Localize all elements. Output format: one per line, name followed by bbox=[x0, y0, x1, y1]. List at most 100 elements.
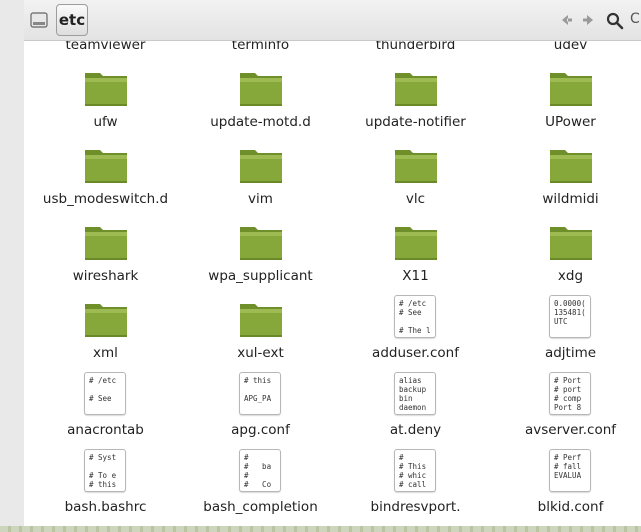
folder-icon bbox=[238, 295, 284, 341]
file-name-label: adjtime bbox=[544, 345, 597, 361]
taskbar-edge bbox=[0, 526, 641, 532]
file-name-label: adduser.conf bbox=[372, 345, 459, 361]
folder-icon bbox=[83, 218, 129, 264]
file-name-label: wireshark bbox=[72, 268, 139, 284]
search-icon[interactable] bbox=[604, 10, 626, 32]
arrow-left-icon[interactable] bbox=[557, 10, 575, 30]
file-preview: # this APG_PA bbox=[239, 372, 281, 415]
folder-icon bbox=[393, 218, 439, 264]
file-name-label: xml bbox=[93, 345, 118, 361]
icon-grid: teamviewer terminfo thunderbird udev ufw… bbox=[28, 41, 641, 516]
file-item[interactable]: # /etc # See # The l adduser.conf bbox=[338, 285, 493, 362]
folder-item[interactable]: update-notifier bbox=[338, 54, 493, 131]
file-name-label: anacrontab bbox=[67, 422, 144, 438]
file-name-label: bash_completion bbox=[203, 499, 318, 515]
folder-item[interactable]: wildmidi bbox=[493, 131, 641, 208]
file-view[interactable]: teamviewer terminfo thunderbird udev ufw… bbox=[24, 41, 641, 532]
file-item[interactable]: # this APG_PA apg.conf bbox=[183, 362, 338, 439]
folder-icon bbox=[83, 64, 129, 110]
file-item[interactable]: # Perf # fall EVALUA blkid.conf bbox=[493, 439, 641, 516]
text-file-icon: # # This # whic # call bbox=[393, 449, 439, 495]
folder-item[interactable]: wpa_supplicant bbox=[183, 208, 338, 285]
file-name-label: apg.conf bbox=[231, 422, 290, 438]
folder-icon bbox=[548, 64, 594, 110]
folder-icon bbox=[393, 141, 439, 187]
file-preview: # Perf # fall EVALUA bbox=[549, 449, 591, 492]
file-preview: # /etc # See bbox=[84, 372, 126, 415]
file-preview: # Syst # To e # this bbox=[84, 449, 126, 492]
file-name-label: blkid.conf bbox=[537, 499, 604, 515]
file-name-label: thunderbird bbox=[375, 41, 456, 53]
folder-item[interactable]: xdg bbox=[493, 208, 641, 285]
file-preview: # # This # whic # call bbox=[394, 449, 436, 492]
text-file-icon: # Perf # fall EVALUA bbox=[548, 449, 594, 495]
text-file-icon: alias backup bin daemon bbox=[393, 372, 439, 418]
folder-item[interactable]: vim bbox=[183, 131, 338, 208]
text-file-icon: # /etc # See bbox=[83, 372, 129, 418]
drive-icon[interactable] bbox=[28, 8, 50, 32]
folder-item[interactable]: teamviewer bbox=[28, 41, 183, 54]
file-name-label: X11 bbox=[402, 268, 429, 284]
file-name-label: vlc bbox=[405, 191, 426, 207]
folder-icon bbox=[83, 295, 129, 341]
folder-item[interactable]: ufw bbox=[28, 54, 183, 131]
file-name-label: xdg bbox=[557, 268, 584, 284]
text-file-icon: # Syst # To e # this bbox=[83, 449, 129, 495]
folder-item[interactable]: X11 bbox=[338, 208, 493, 285]
file-preview: # Port # port # comp Port 8 bbox=[549, 372, 591, 415]
text-file-icon: # # ba # # Co bbox=[238, 449, 284, 495]
file-name-label: at.deny bbox=[389, 422, 442, 438]
folder-icon bbox=[238, 64, 284, 110]
file-item[interactable]: # # ba # # Co bash_completion bbox=[183, 439, 338, 516]
folder-icon bbox=[548, 141, 594, 187]
folder-item[interactable]: vlc bbox=[338, 131, 493, 208]
file-item[interactable]: # /etc # See anacrontab bbox=[28, 362, 183, 439]
folder-item[interactable]: xul-ext bbox=[183, 285, 338, 362]
file-preview: # /etc # See # The l bbox=[394, 295, 436, 338]
file-name-label: update-motd.d bbox=[210, 114, 311, 130]
folder-icon bbox=[83, 141, 129, 187]
file-name-label: avserver.conf bbox=[524, 422, 617, 438]
file-preview: alias backup bin daemon bbox=[394, 372, 436, 415]
file-item[interactable]: # Port # port # comp Port 8 avserver.conf bbox=[493, 362, 641, 439]
file-item[interactable]: 0.0000( 135481( UTC adjtime bbox=[493, 285, 641, 362]
file-preview: 0.0000( 135481( UTC bbox=[549, 295, 591, 338]
folder-item[interactable]: usb_modeswitch.d bbox=[28, 131, 183, 208]
text-file-icon: # Port # port # comp Port 8 bbox=[548, 372, 594, 418]
file-name-label: update-notifier bbox=[365, 114, 466, 130]
file-name-label: udev bbox=[553, 41, 588, 53]
file-name-label: bash.bashrc bbox=[64, 499, 147, 515]
arrow-right-icon[interactable] bbox=[580, 10, 598, 30]
file-name-label: UPower bbox=[545, 114, 596, 130]
file-name-label: bindresvport. bbox=[370, 499, 461, 515]
file-name-label: xul-ext bbox=[237, 345, 284, 361]
file-item[interactable]: # Syst # To e # this bash.bashrc bbox=[28, 439, 183, 516]
file-item[interactable]: # # This # whic # call bindresvport. bbox=[338, 439, 493, 516]
file-name-label: terminfo bbox=[231, 41, 290, 53]
folder-item[interactable]: UPower bbox=[493, 54, 641, 131]
text-file-icon: 0.0000( 135481( UTC bbox=[548, 295, 594, 341]
folder-item[interactable]: thunderbird bbox=[338, 41, 493, 54]
folder-item[interactable]: update-motd.d bbox=[183, 54, 338, 131]
file-preview: # # ba # # Co bbox=[239, 449, 281, 492]
text-file-icon: # this APG_PA bbox=[238, 372, 284, 418]
file-name-label: vim bbox=[248, 191, 273, 207]
file-name-label: wildmidi bbox=[542, 191, 599, 207]
text-file-icon: # /etc # See # The l bbox=[393, 295, 439, 341]
toolbar: etc C bbox=[24, 0, 641, 41]
folder-icon bbox=[238, 141, 284, 187]
file-name-label: ufw bbox=[93, 114, 118, 130]
folder-item[interactable]: terminfo bbox=[183, 41, 338, 54]
folder-icon bbox=[238, 218, 284, 264]
folder-item[interactable]: xml bbox=[28, 285, 183, 362]
path-button-current[interactable]: etc bbox=[56, 4, 88, 36]
sidebar-edge bbox=[0, 0, 25, 532]
file-name-label: teamviewer bbox=[65, 41, 146, 53]
file-name-label: usb_modeswitch.d bbox=[42, 191, 169, 207]
folder-item[interactable]: udev bbox=[493, 41, 641, 54]
file-name-label: wpa_supplicant bbox=[208, 268, 313, 284]
folder-item[interactable]: wireshark bbox=[28, 208, 183, 285]
folder-icon bbox=[393, 64, 439, 110]
search-label[interactable]: C bbox=[630, 11, 640, 27]
file-item[interactable]: alias backup bin daemon at.deny bbox=[338, 362, 493, 439]
